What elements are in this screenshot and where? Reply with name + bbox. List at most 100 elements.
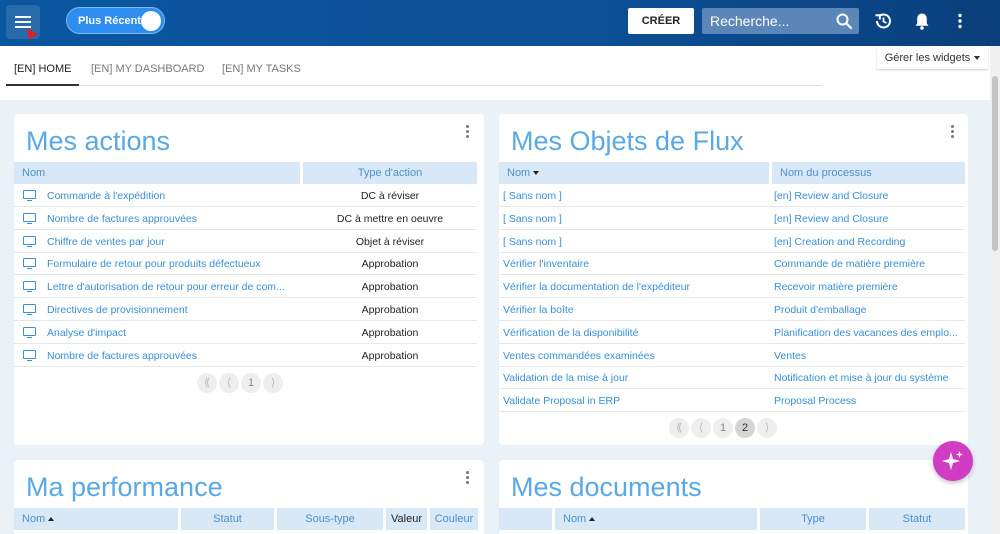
action-name[interactable]: Analyse d'impact xyxy=(47,322,297,344)
flow-object-name[interactable]: Validation de la mise à jour xyxy=(503,367,765,389)
table-row[interactable]: Ventes commandées examinées Ventes xyxy=(499,345,965,367)
widget-menu-icon[interactable] xyxy=(951,125,955,139)
manage-widgets-button[interactable]: Gérer les widgets xyxy=(877,48,988,69)
column-header-name[interactable]: Nom xyxy=(499,162,769,184)
table-row[interactable]: Chiffre de ventes par jour Objet à révise… xyxy=(14,231,477,253)
table-row[interactable]: Commande à l'expédition DC à réviser xyxy=(14,185,477,207)
search-icon[interactable] xyxy=(835,12,853,30)
first-page-button[interactable]: ⟪ xyxy=(669,418,689,438)
table-row[interactable]: Nombre de factures approuvées Approbation xyxy=(14,345,477,367)
column-header-name[interactable]: Nom xyxy=(14,162,300,184)
tab-my-dashboard[interactable]: [EN] MY DASHBOARD xyxy=(83,52,213,86)
table-row[interactable]: Nombre de factures approuvées DC à mettre… xyxy=(14,208,477,230)
table-row[interactable]: Validate Proposal in ERP Proposal Process xyxy=(499,390,965,413)
table-row[interactable]: Vérifier l'inventaire Commande de matière… xyxy=(499,253,965,276)
action-name[interactable]: Nombre de factures approuvées xyxy=(47,208,297,230)
widget-title: Mes Objets de Flux xyxy=(511,126,744,156)
process-name[interactable]: Produit d'emballage xyxy=(774,299,964,321)
action-type: Approbation xyxy=(361,326,419,339)
more-vertical-icon[interactable] xyxy=(950,11,970,31)
manage-widgets-label: Gérer les widgets xyxy=(884,52,971,64)
column-header-status[interactable]: Statut xyxy=(869,508,965,530)
create-button[interactable]: CRÉER xyxy=(628,8,694,34)
flow-object-name[interactable]: [ Sans nom ] xyxy=(503,231,765,253)
table-row[interactable]: Formulaire de retour pour produits défec… xyxy=(14,253,477,276)
process-name[interactable]: Ventes xyxy=(774,345,964,367)
next-page-button[interactable]: ⟩ xyxy=(263,373,283,393)
flow-object-name[interactable]: Ventes commandées examinées xyxy=(503,345,765,367)
widget-menu-icon[interactable] xyxy=(466,125,470,139)
sort-ascending-icon xyxy=(589,517,596,522)
process-name[interactable]: Planification des vacances des emplo... xyxy=(774,322,964,344)
process-name[interactable]: Notification et mise à jour du système xyxy=(774,367,964,389)
table-row[interactable]: Lettre d'autorisation de retour pour err… xyxy=(14,276,477,299)
table-row[interactable]: Directives de provisionnement Approbation xyxy=(14,299,477,321)
process-name[interactable]: [en] Review and Closure xyxy=(774,208,964,230)
bell-icon[interactable] xyxy=(912,11,932,31)
page-button-current[interactable]: 2 xyxy=(735,418,755,438)
scrollbar-thumb[interactable] xyxy=(992,76,998,251)
column-header-label: Nom xyxy=(507,167,531,179)
action-name[interactable]: Directives de provisionnement xyxy=(47,299,297,321)
table-row[interactable]: Vérifier la documentation de l'expéditeu… xyxy=(499,276,965,299)
flow-object-name[interactable]: Vérifier la boîte xyxy=(503,299,765,321)
page-button[interactable]: 1 xyxy=(241,373,261,393)
column-header-label: Type d'action xyxy=(357,167,423,179)
table-row[interactable]: [ Sans nom ] [en] Review and Closure xyxy=(499,185,965,207)
prev-page-button[interactable]: ⟨ xyxy=(219,373,239,393)
action-name[interactable]: Commande à l'expédition xyxy=(47,185,297,207)
column-header-value[interactable]: Valeur xyxy=(386,508,427,530)
action-name[interactable]: Nombre de factures approuvées xyxy=(47,345,297,367)
process-name[interactable]: [en] Review and Closure xyxy=(774,185,964,207)
column-header-type[interactable]: Type xyxy=(760,508,866,530)
flow-object-name[interactable]: Validate Proposal in ERP xyxy=(503,390,765,412)
search-box[interactable]: Recherche... xyxy=(702,8,859,34)
monitor-icon xyxy=(23,258,36,270)
action-name[interactable]: Lettre d'autorisation de retour pour err… xyxy=(47,276,297,298)
table-row[interactable]: [ Sans nom ] [en] Creation and Recording xyxy=(499,231,965,253)
flow-object-name[interactable]: Vérifier l'inventaire xyxy=(503,253,765,275)
next-page-button[interactable]: ⟩ xyxy=(757,418,777,438)
table-row[interactable]: Validation de la mise à jour Notification… xyxy=(499,367,965,390)
column-header-label: Nom xyxy=(22,513,46,525)
flow-object-name[interactable]: Vérifier la documentation de l'expéditeu… xyxy=(503,276,765,298)
column-header-subtype[interactable]: Sous-type xyxy=(277,508,383,530)
history-icon[interactable] xyxy=(873,11,893,31)
tab-home[interactable]: [EN] HOME xyxy=(6,52,80,86)
widget-menu-icon[interactable] xyxy=(466,471,470,485)
table-row[interactable]: Analyse d'impact Approbation xyxy=(14,322,477,344)
action-type: Objet à réviser xyxy=(355,235,425,248)
monitor-icon xyxy=(23,235,36,247)
column-header-name[interactable]: Nom xyxy=(555,508,757,530)
table-row[interactable]: [ Sans nom ] [en] Review and Closure xyxy=(499,208,965,230)
action-name[interactable]: Chiffre de ventes par jour xyxy=(47,231,297,253)
column-header-action-type[interactable]: Type d'action xyxy=(303,162,477,184)
page-button[interactable]: 1 xyxy=(713,418,733,438)
ai-assistant-button[interactable] xyxy=(933,441,973,481)
first-page-button[interactable]: ⟪ xyxy=(197,373,217,393)
search-input[interactable]: Recherche... xyxy=(710,13,789,29)
table-row[interactable]: Vérification de la disponibilité Planific… xyxy=(499,322,965,344)
sort-ascending-icon xyxy=(48,517,55,522)
process-name[interactable]: [en] Creation and Recording xyxy=(774,231,964,253)
process-name[interactable]: Commande de matière première xyxy=(774,253,964,275)
table-row[interactable]: Vérifier la boîte Produit d'emballage xyxy=(499,299,965,321)
flow-object-name[interactable]: [ Sans nom ] xyxy=(503,208,765,230)
pagination: ⟪ ⟨ 1 2 ⟩ xyxy=(669,418,781,438)
recent-toggle[interactable]: Plus Récent xyxy=(66,7,165,34)
monitor-icon xyxy=(23,349,36,361)
column-header-color[interactable]: Couleur xyxy=(430,508,478,530)
column-header-name[interactable]: Nom xyxy=(14,508,178,530)
dashboard-tabs: [EN] HOME [EN] MY DASHBOARD [EN] MY TASK… xyxy=(6,52,822,86)
action-name[interactable]: Formulaire de retour pour produits défec… xyxy=(47,253,297,275)
process-name[interactable]: Recevoir matière première xyxy=(774,276,964,298)
tab-my-tasks[interactable]: [EN] MY TASKS xyxy=(214,52,309,86)
column-header-process-name[interactable]: Nom du processus xyxy=(772,162,965,184)
flow-object-name[interactable]: [ Sans nom ] xyxy=(503,185,765,207)
flow-object-name[interactable]: Vérification de la disponibilité xyxy=(503,322,765,344)
process-name[interactable]: Proposal Process xyxy=(774,390,964,412)
column-header-status[interactable]: Statut xyxy=(181,508,274,530)
prev-page-button[interactable]: ⟨ xyxy=(691,418,711,438)
scrollbar[interactable] xyxy=(990,46,1000,534)
action-type: DC à mettre en oeuvre xyxy=(336,212,444,225)
